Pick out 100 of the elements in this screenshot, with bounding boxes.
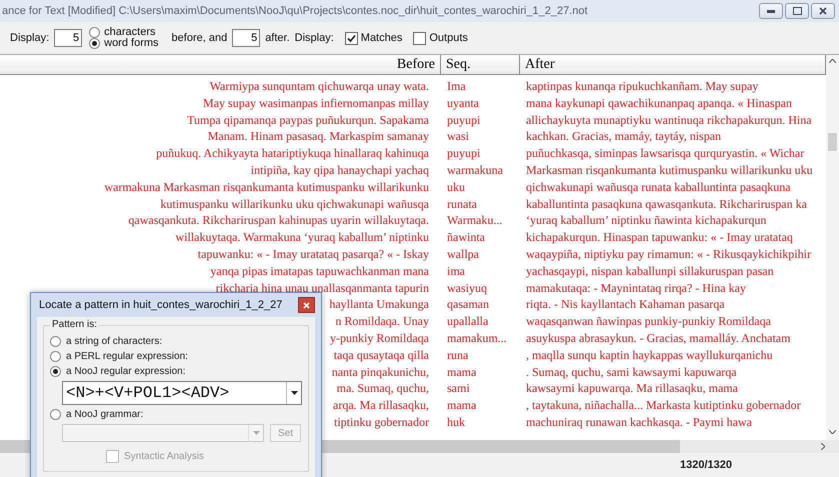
radio-button[interactable] bbox=[50, 336, 61, 347]
column-header[interactable]: Seq. bbox=[441, 55, 520, 75]
column-header[interactable]: Before bbox=[0, 55, 441, 75]
radio-label: characters bbox=[104, 27, 156, 38]
table-cell: puñuchkasqa, siminpas lawsarisqa qurquryastin. « Wichar bbox=[526, 145, 804, 162]
table-cell: huk bbox=[447, 414, 465, 431]
display-label: Display: bbox=[10, 32, 50, 44]
table-cell: ima bbox=[447, 262, 465, 280]
table-cell: warmakuna bbox=[447, 162, 503, 179]
scroll-up-icon bbox=[829, 59, 836, 63]
table-cell: Ima bbox=[447, 78, 466, 95]
close-icon bbox=[819, 7, 827, 15]
close-icon bbox=[303, 302, 310, 308]
table-cell: asuykuspa abrasaykun. - Gracias, mamalláy. Anchatam bbox=[526, 330, 790, 347]
checkbox-label: Matches bbox=[360, 32, 402, 44]
before-count-field[interactable]: 5 bbox=[54, 29, 82, 47]
table-cell: rikcharia hina unau unallasqanmanta tapurin bbox=[216, 280, 429, 296]
table-cell: kaballuntinta pasaqkuna qawasqankuta. Rikchariruspan ka bbox=[526, 196, 807, 212]
radio-label: a PERL regular expression: bbox=[66, 351, 188, 362]
table-cell: kutimuspanku willarikunku uku qichwakunapi wañusqa bbox=[160, 196, 429, 212]
table-cell: yachasqaypi, nispan kaballunpi sillakuruspan pasan bbox=[526, 262, 774, 280]
radio-button[interactable] bbox=[50, 409, 61, 420]
table-cell: tapuwanku: « - Imay uratataq pasarqa? « - Iskay bbox=[198, 246, 429, 263]
table-cell: machuniraq runawan kachkasqa. - Paymi hawa bbox=[526, 414, 752, 431]
table-cell: mana kaykunapi qawachikunanpaq apanqa. « Hinaspan bbox=[526, 94, 792, 112]
table-cell: puñukuq. Achikyayta hatariptiykuqa hinallaraq kahinuqa bbox=[156, 145, 429, 162]
table-cell: willakuytaqa. Warmakuna ‘yuraq kaballum’ niptinku bbox=[175, 229, 429, 246]
match-count: 1320/1320 bbox=[680, 459, 732, 471]
table-cell: upallalla bbox=[447, 313, 488, 330]
checkbox-label: Outputs bbox=[429, 32, 468, 44]
table-cell: puyupi bbox=[447, 112, 480, 128]
close-button[interactable] bbox=[298, 297, 315, 313]
checkbox[interactable] bbox=[344, 32, 358, 44]
table-cell: puyupi bbox=[447, 145, 480, 162]
table-cell: n Romildaqa. Unay bbox=[335, 313, 429, 330]
table-cell: tiptinku gobernador bbox=[334, 414, 429, 431]
checkbox-label: Syntactic Analysis bbox=[124, 451, 204, 462]
table-cell: mamakum... bbox=[447, 330, 507, 347]
close-button[interactable] bbox=[811, 3, 835, 19]
table-cell: mama bbox=[447, 397, 476, 414]
table-cell: qasaman bbox=[447, 296, 489, 314]
table-cell: uyanta bbox=[447, 94, 479, 112]
table-cell: warmakuna Markasman risqankumanta kutimuspanku willarikunku bbox=[104, 178, 429, 196]
group-label: Pattern is: bbox=[50, 319, 100, 330]
scroll-down-icon bbox=[829, 430, 836, 434]
table-cell: arqa. Ma rillasaqku, bbox=[333, 397, 429, 414]
table-cell: , taytakuna, niñachalla... Markasta kutiptinku gobernador bbox=[526, 397, 801, 414]
display-label: Display: bbox=[294, 32, 334, 44]
after-count-field[interactable]: 5 bbox=[232, 29, 260, 47]
table-cell: kachkan. Gracias, mamáy, taytáy, nispan bbox=[526, 128, 722, 146]
table-cell: Tumpa qipamanqa paypas puñukurqun. Sapakama bbox=[187, 112, 429, 128]
table-cell: intipiña, kay qipa hanaychapi yachaq bbox=[250, 162, 429, 179]
scroll-thumb[interactable] bbox=[828, 133, 837, 151]
table-cell: mamakutaqa: - Maynintataq rirqa? - Hina kay bbox=[526, 280, 746, 296]
table-cell: allichaykuyta munaptiyku wantinuqa rikchapakurqun. Hina bbox=[526, 112, 812, 128]
table-cell: qichwakunapi wañusqa runata kaballuntinta pasaqkuna bbox=[526, 178, 791, 196]
window-title: ance for Text [Modified] C:\Users\maxim\Documents\NooJ\qu\Projects\contes.noc_dir\huit_contes_warochiri_1_2_27.not bbox=[2, 5, 588, 17]
table-cell: , maqlla sunqu kaptin haykappas wayllukurqanichu bbox=[526, 346, 773, 364]
table-cell: Warmaku... bbox=[447, 212, 502, 230]
dialog-title: Locate a pattern in huit_contes_warochiri_1_2_27 bbox=[39, 299, 282, 311]
column-header[interactable]: After bbox=[520, 55, 826, 75]
radio-button[interactable] bbox=[89, 38, 100, 49]
table-cell: hayllanta Umakunga bbox=[329, 296, 429, 314]
table-cell: runa bbox=[447, 346, 468, 364]
table-cell: waqaypiña, niptiyku pay rimamun: « - Rikusqaykichikpihir bbox=[526, 246, 811, 263]
radio-label: a string of characters: bbox=[66, 336, 162, 347]
table-cell: sami bbox=[447, 380, 470, 398]
table-cell: kawsaymi kapuwarqa. Ma rillasaqku, mama bbox=[526, 380, 738, 398]
radio-label: a NooJ regular expression: bbox=[66, 366, 186, 377]
vertical-scrollbar[interactable] bbox=[826, 55, 839, 440]
maximize-button[interactable] bbox=[785, 3, 809, 19]
minimize-button[interactable] bbox=[759, 3, 783, 19]
table-cell: May supay wasimanpas infiernomanpas millay bbox=[203, 94, 429, 112]
table-cell: . Sumaq, quchu, sami kawsaymi kapuwarqa bbox=[526, 364, 737, 380]
radio-label: word forms bbox=[104, 38, 159, 49]
table-cell: ñawinta bbox=[447, 229, 485, 246]
radio-label: a NooJ grammar: bbox=[66, 409, 144, 420]
scroll-right-icon bbox=[821, 443, 825, 450]
maximize-icon bbox=[792, 7, 802, 15]
table-cell: Warmiypa sunquntam qichuwarqa unay wata. bbox=[210, 78, 429, 95]
minimize-icon bbox=[767, 10, 775, 12]
table-cell: uku bbox=[447, 178, 465, 196]
table-cell: qawasqankuta. Rikchariruspan kahinupas uyarin willakuytaqa. bbox=[128, 212, 429, 230]
table-cell: kaptinpas kunanqa ripukuchkanñam. May supay bbox=[526, 78, 758, 95]
radio-button[interactable] bbox=[50, 351, 61, 362]
pattern-combo-field[interactable]: <N>+<V+POL1><ADV> bbox=[62, 381, 302, 405]
before-label: before, and bbox=[172, 32, 228, 44]
after-label: after. bbox=[265, 32, 290, 44]
table-cell: nanta pinqakunichu, bbox=[332, 364, 429, 380]
table-cell: ‘yuraq kaballum’ niptinku ñawinta kichapakurqun bbox=[526, 212, 766, 230]
checkbox[interactable] bbox=[413, 32, 426, 44]
radio-button[interactable] bbox=[89, 27, 100, 38]
table-cell: y-punkiy Romildaqa bbox=[330, 330, 429, 347]
table-cell: wasiyuq bbox=[447, 280, 487, 296]
radio-button[interactable] bbox=[50, 366, 61, 377]
table-cell: wallpa bbox=[447, 246, 479, 263]
table-cell: kichapakurqun. Hinaspan tapuwanku: « - Imay uratataq bbox=[526, 229, 793, 246]
table-cell: ma. Sumaq, quchu, bbox=[336, 380, 429, 398]
table-cell: yanqa pipas imatapas tapuwachkanman mana bbox=[210, 262, 429, 280]
caret-icon bbox=[290, 391, 298, 395]
